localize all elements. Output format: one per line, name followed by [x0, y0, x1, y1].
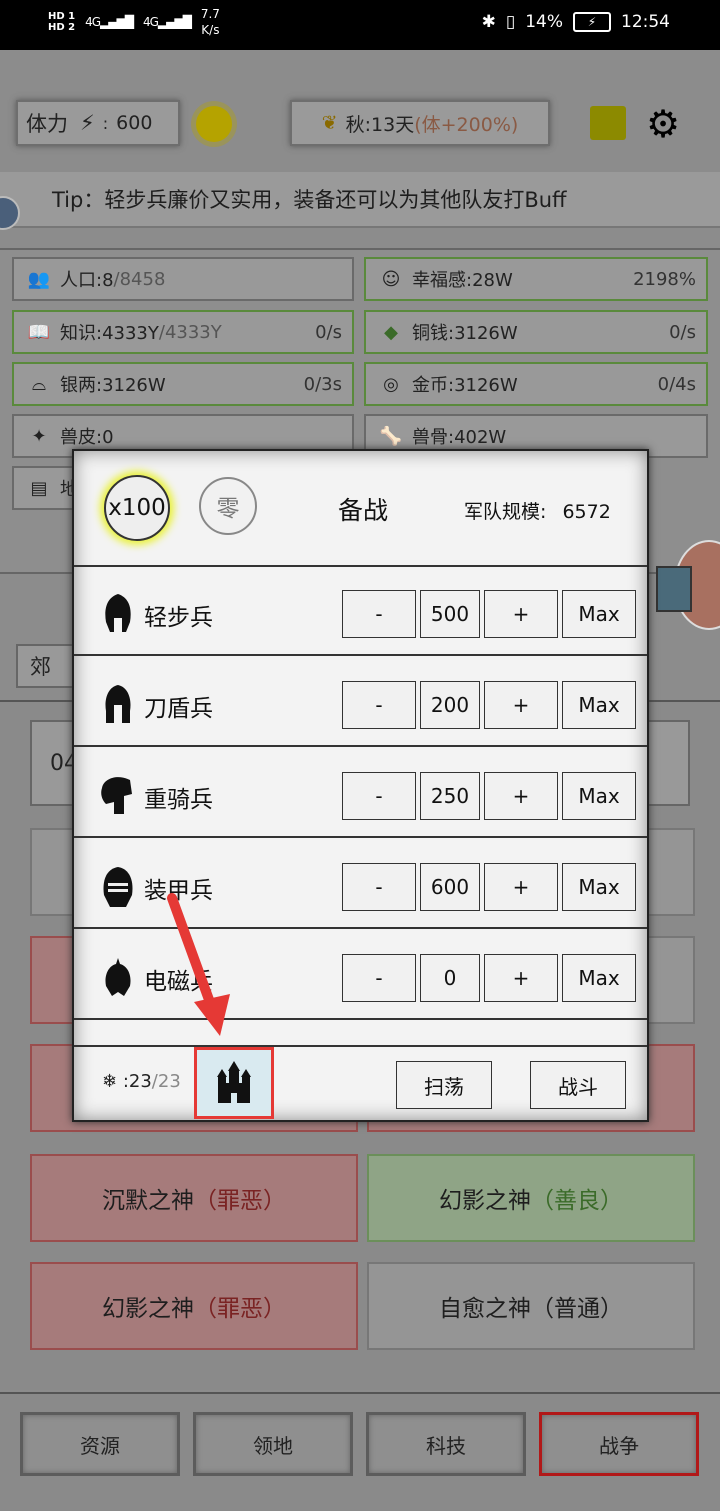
vibrate-icon: ▯: [505, 12, 516, 32]
settings-gear-icon[interactable]: ⚙: [646, 102, 680, 146]
stamina-counter: ❄ :23/23: [102, 1071, 181, 1092]
season-text: 秋:13天: [345, 113, 415, 136]
unit-row: 刀盾兵 - 200 + Max: [74, 661, 647, 747]
decrease-button[interactable]: -: [342, 863, 416, 911]
hide-icon: ✦: [31, 425, 47, 447]
signal1-icon: 4G▂▄▆█: [85, 15, 134, 29]
stamina-box[interactable]: 体力 ⚡ : 600: [16, 100, 180, 146]
resource-happiness[interactable]: ☺ 幸福感:28W 2198%: [364, 257, 708, 301]
unit-count-field[interactable]: 0: [420, 954, 480, 1002]
unit-name: 电磁兵: [144, 969, 213, 995]
decrease-button[interactable]: -: [342, 590, 416, 638]
resource-population[interactable]: 👥 人口:8/8458: [12, 257, 354, 301]
god-card[interactable]: 幻影之神 （罪恶）: [30, 1262, 358, 1350]
status-bar: HD 1 HD 2 4G▂▄▆█ 4G▂▄▆█ 7.7 K/s ✱ ▯ 14% …: [0, 0, 720, 50]
bone-icon: 🦴: [379, 425, 403, 447]
knight-helmet-icon: [103, 867, 133, 907]
tip-bar: Tip：轻步兵廉价又实用，装备还可以为其他队友打Buff: [0, 172, 720, 228]
max-button[interactable]: Max: [562, 681, 636, 729]
hd1-indicator: HD 1: [48, 11, 76, 22]
gift-icon[interactable]: [590, 106, 626, 140]
helmet-icon: [105, 958, 131, 996]
multiplier-button[interactable]: x100: [104, 475, 170, 541]
crested-helmet-icon: [101, 777, 132, 814]
net-speed: 7.7 K/s: [200, 7, 220, 37]
god-card[interactable]: 自愈之神 （普通）: [367, 1262, 695, 1350]
unit-count-field[interactable]: 500: [420, 590, 480, 638]
tip-text: Tip：轻步兵廉价又实用，装备还可以为其他队友打Buff: [52, 188, 567, 212]
unit-row: 重骑兵 - 250 + Max: [74, 752, 647, 838]
increase-button[interactable]: +: [484, 590, 558, 638]
resource-silver[interactable]: ⌓ 银两:3126W 0/3s: [12, 362, 354, 406]
god-card[interactable]: 沉默之神 （罪恶）: [30, 1154, 358, 1242]
dialog-header: x100 零 备战 军队规模: 6572: [74, 451, 647, 567]
snowflake-icon: ❄: [102, 1071, 118, 1092]
season-box[interactable]: ❦ 秋:13天 (体+200%): [290, 100, 550, 146]
increase-button[interactable]: +: [484, 681, 558, 729]
helmet-icon: [105, 594, 131, 632]
book-icon: 📖: [27, 321, 51, 343]
ingot-icon: ⌓: [31, 373, 47, 395]
unit-count-field[interactable]: 200: [420, 681, 480, 729]
resource-knowledge[interactable]: 📖 知识:4333Y/4333Y 0/s: [12, 310, 354, 354]
decrease-button[interactable]: -: [342, 772, 416, 820]
castle-icon: [217, 1061, 251, 1103]
unit-count-field[interactable]: 600: [420, 863, 480, 911]
unit-name: 重骑兵: [144, 787, 213, 813]
unit-name: 轻步兵: [144, 605, 213, 631]
zero-button[interactable]: 零: [199, 477, 257, 535]
decrease-button[interactable]: -: [342, 954, 416, 1002]
unit-row: 轻步兵 - 500 + Max: [74, 570, 647, 656]
max-button[interactable]: Max: [562, 863, 636, 911]
sun-icon[interactable]: [196, 106, 232, 142]
prepare-battle-dialog: x100 零 备战 军队规模: 6572 轻步兵 - 500 + Max 刀盾兵…: [72, 449, 649, 1122]
unit-name: 装甲兵: [144, 878, 213, 904]
bottom-nav: 资源 领地 科技 战争: [0, 1392, 720, 1511]
battery-percent: 14%: [525, 12, 563, 32]
hd2-indicator: HD 2: [48, 22, 76, 33]
sweep-button[interactable]: 扫荡: [396, 1061, 492, 1109]
copper-coin-icon: ◆: [384, 321, 398, 343]
unit-row: 电磁兵 - 0 + Max: [74, 934, 647, 1020]
dialog-footer: ❄ :23/23 扫荡 战斗: [74, 1045, 647, 1122]
clock: 12:54: [621, 12, 670, 32]
helmet-icon: [105, 685, 131, 723]
god-card[interactable]: 幻影之神 （善良）: [367, 1154, 695, 1242]
max-button[interactable]: Max: [562, 954, 636, 1002]
leaf-icon: ❦: [321, 112, 338, 134]
suburb-tab[interactable]: 郊: [16, 644, 76, 688]
unit-row: 装甲兵 - 600 + Max: [74, 843, 647, 929]
unit-count-field[interactable]: 250: [420, 772, 480, 820]
nav-technology[interactable]: 科技: [366, 1412, 526, 1476]
season-bonus: (体+200%): [414, 113, 519, 136]
castle-button[interactable]: [194, 1047, 274, 1119]
stamina-label: 体力: [26, 112, 68, 136]
resource-gold[interactable]: ◎ 金币:3126W 0/4s: [364, 362, 708, 406]
max-button[interactable]: Max: [562, 772, 636, 820]
increase-button[interactable]: +: [484, 954, 558, 1002]
gold-coin-icon: ◎: [383, 373, 399, 395]
fight-button[interactable]: 战斗: [530, 1061, 626, 1109]
people-icon: 👥: [27, 268, 51, 290]
max-button[interactable]: Max: [562, 590, 636, 638]
increase-button[interactable]: +: [484, 863, 558, 911]
signal2-icon: 4G▂▄▆█: [142, 15, 192, 29]
nav-resources[interactable]: 资源: [20, 1412, 180, 1476]
unit-name: 刀盾兵: [144, 696, 213, 722]
nav-territory[interactable]: 领地: [193, 1412, 353, 1476]
dialog-title: 备战: [338, 496, 389, 525]
battery-icon: ⚡: [573, 12, 611, 32]
increase-button[interactable]: +: [484, 772, 558, 820]
bluetooth-icon: ✱: [481, 12, 496, 32]
lightning-icon: ⚡: [80, 111, 95, 135]
army-scale: 军队规模: 6572: [464, 501, 611, 523]
resource-copper[interactable]: ◆ 铜钱:3126W 0/s: [364, 310, 708, 354]
smile-icon: ☺: [381, 268, 401, 290]
decrease-button[interactable]: -: [342, 681, 416, 729]
stamina-value: 600: [116, 112, 153, 134]
nav-war[interactable]: 战争: [539, 1412, 699, 1476]
side-card-widget[interactable]: [656, 566, 692, 612]
scroll-icon: ▤: [30, 477, 48, 499]
